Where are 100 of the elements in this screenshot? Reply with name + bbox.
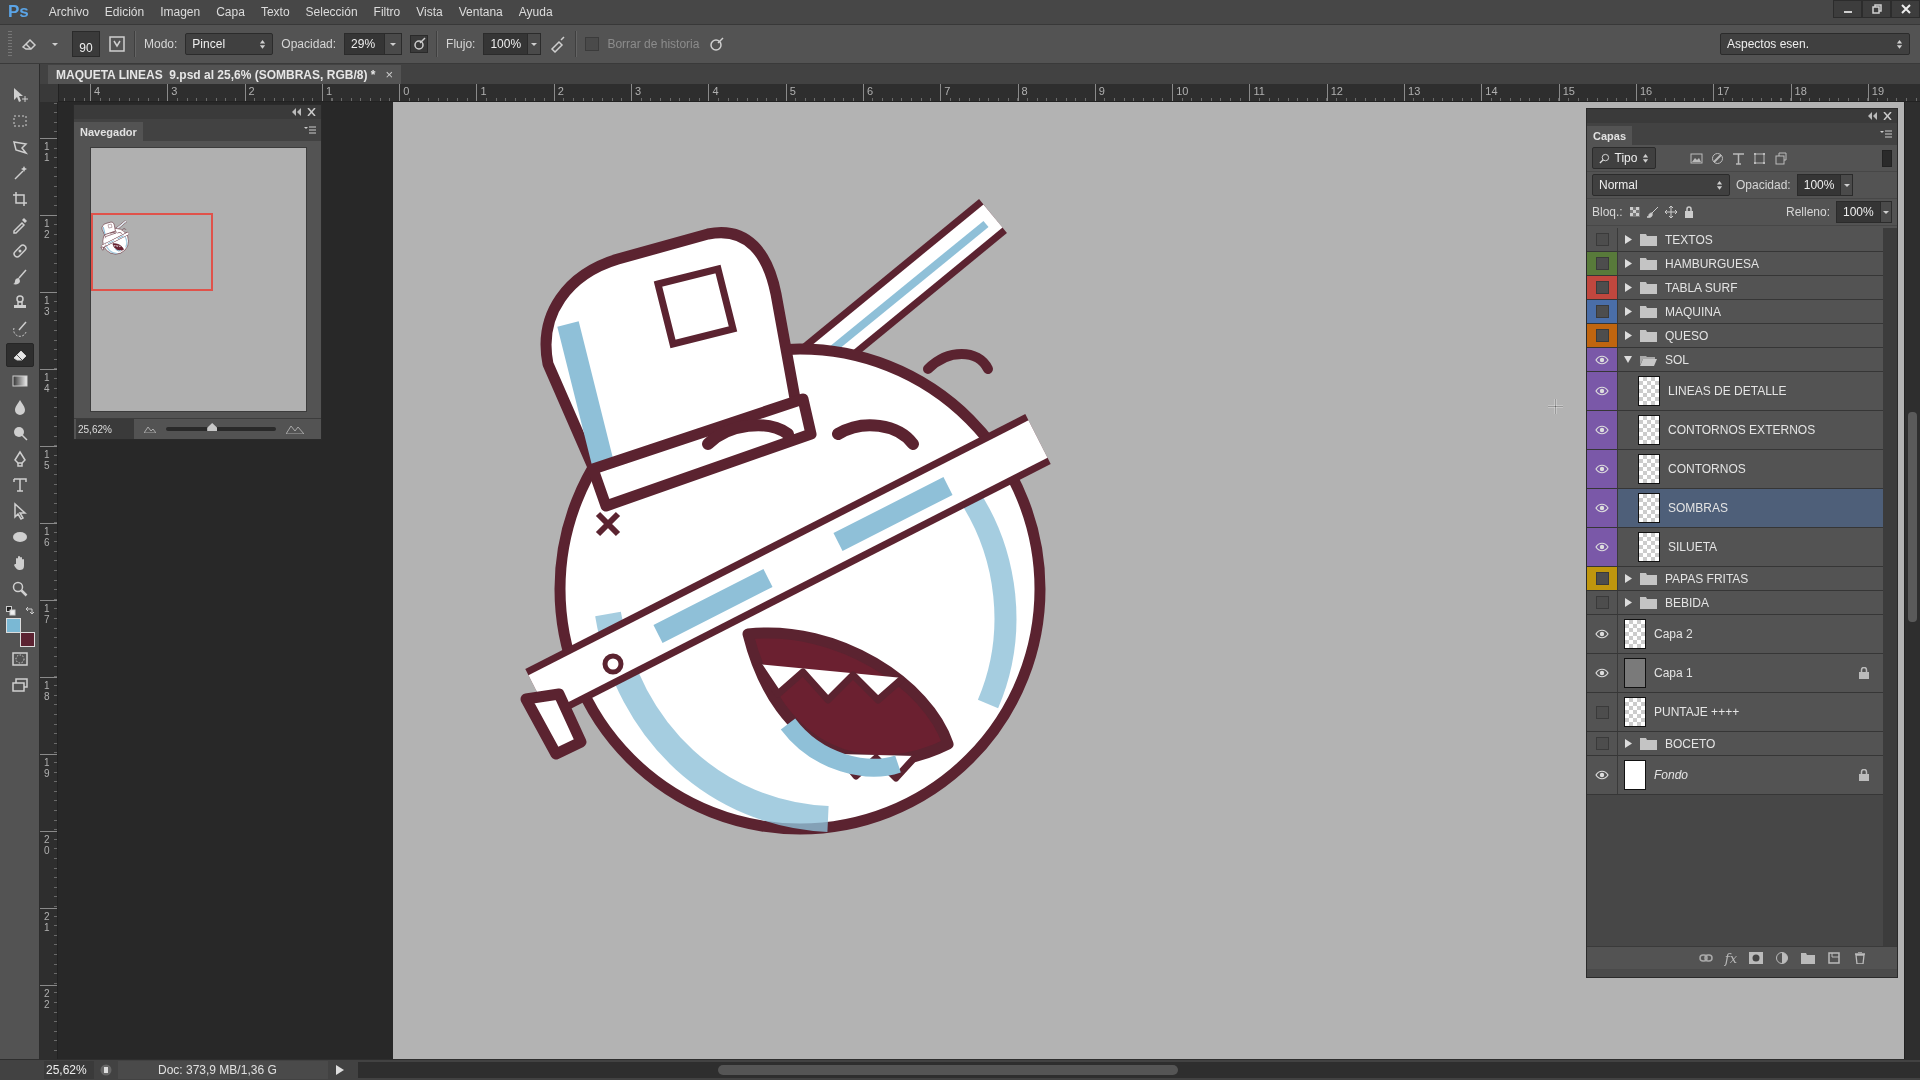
share-icon[interactable]	[100, 1064, 112, 1076]
visibility-cell[interactable]	[1587, 300, 1618, 323]
eye-icon[interactable]	[1595, 668, 1609, 678]
visibility-checkbox[interactable]	[1595, 596, 1609, 609]
layers-scrollbar[interactable]	[1883, 228, 1897, 946]
workspace-dropdown[interactable]: Aspectos esen.	[1720, 33, 1910, 55]
layer-row[interactable]: TEXTOS	[1587, 228, 1883, 252]
layer-row[interactable]: SOL	[1587, 348, 1883, 372]
blend-mode-dropdown[interactable]: Normal	[1592, 174, 1730, 196]
menu-item[interactable]: Ayuda	[510, 5, 561, 19]
close-icon[interactable]	[307, 108, 316, 116]
visibility-cell[interactable]	[1587, 348, 1618, 371]
layer-row[interactable]: SOMBRAS	[1587, 489, 1883, 528]
caret-icon[interactable]	[1842, 181, 1851, 189]
caret-icon[interactable]	[1624, 355, 1632, 364]
caret-icon[interactable]	[1624, 307, 1632, 316]
layer-style-button[interactable]: fx	[1724, 950, 1737, 966]
caret-icon[interactable]	[1624, 283, 1632, 292]
visibility-cell[interactable]	[1587, 324, 1618, 347]
menu-item[interactable]: Capa	[208, 5, 253, 19]
expand-arrow-icon[interactable]	[336, 1065, 344, 1075]
caret-icon[interactable]	[1624, 259, 1632, 268]
close-button[interactable]	[1891, 0, 1920, 18]
link-icon[interactable]	[1698, 952, 1713, 964]
padlock-icon[interactable]	[1682, 206, 1695, 218]
eraser-tool-button[interactable]	[5, 343, 34, 367]
visibility-checkbox[interactable]	[1595, 305, 1609, 318]
layer-row[interactable]: CONTORNOS	[1587, 450, 1883, 489]
adjustment-icon[interactable]	[1775, 952, 1789, 964]
caret-icon[interactable]	[1624, 331, 1632, 340]
zoom-field[interactable]: 25,62%	[76, 419, 134, 439]
lock-transparency-icon[interactable]	[1628, 206, 1641, 218]
caret-icon[interactable]	[1624, 598, 1632, 607]
layer-row[interactable]: LINEAS DE DETALLE	[1587, 372, 1883, 411]
menu-item[interactable]: Filtro	[365, 5, 409, 19]
default-colors-icon[interactable]	[5, 606, 16, 616]
layer-row[interactable]: QUESO	[1587, 324, 1883, 348]
caret-icon[interactable]	[389, 40, 398, 48]
layer-row[interactable]: TABLA SURF	[1587, 276, 1883, 300]
visibility-cell[interactable]	[1587, 450, 1618, 488]
panel-resize-grip[interactable]	[1587, 969, 1897, 977]
layer-row[interactable]: CONTORNOS EXTERNOS	[1587, 411, 1883, 450]
eye-icon[interactable]	[1595, 464, 1609, 474]
visibility-checkbox[interactable]	[1595, 737, 1609, 750]
close-icon[interactable]	[1883, 112, 1892, 120]
visibility-cell[interactable]	[1587, 372, 1618, 410]
menu-item[interactable]: Archivo	[40, 5, 97, 19]
layer-row[interactable]: Capa 2	[1587, 615, 1883, 654]
slider-thumb[interactable]	[207, 423, 218, 431]
move-lock-icon[interactable]	[1664, 206, 1677, 218]
menu-item[interactable]: Texto	[252, 5, 298, 19]
layer-row[interactable]: Fondo	[1587, 756, 1883, 795]
updown-arrows-icon[interactable]	[1642, 152, 1649, 164]
filter-toggle[interactable]	[1882, 149, 1892, 167]
close-tab-button[interactable]: ×	[385, 67, 393, 82]
eye-icon[interactable]	[1595, 425, 1609, 435]
eye-icon[interactable]	[1595, 770, 1609, 780]
caret-icon[interactable]	[1624, 235, 1632, 244]
visibility-cell[interactable]	[1587, 489, 1618, 527]
menu-item[interactable]: Selección	[297, 5, 366, 19]
checkbox[interactable]	[585, 37, 600, 51]
mode-dropdown[interactable]: Pincel	[185, 33, 274, 55]
collapse-icon[interactable]	[1868, 112, 1877, 120]
vertical-scrollbar[interactable]	[1904, 102, 1920, 1059]
visibility-checkbox[interactable]	[1595, 281, 1609, 294]
visibility-cell[interactable]	[1587, 528, 1618, 566]
eye-icon[interactable]	[1595, 542, 1609, 552]
menu-item[interactable]: Edición	[96, 5, 153, 19]
new-layer-icon[interactable]	[1827, 952, 1841, 964]
layer-row[interactable]: MAQUINA	[1587, 300, 1883, 324]
eye-icon[interactable]	[1595, 503, 1609, 513]
updown-arrows-icon[interactable]	[259, 38, 267, 50]
image-filter-icon[interactable]	[1690, 151, 1703, 165]
layers-tab[interactable]: Capas	[1587, 126, 1633, 145]
flow-field[interactable]: 100%	[483, 33, 542, 55]
mask-icon[interactable]	[1749, 952, 1763, 964]
collapse-icon[interactable]	[292, 108, 301, 116]
visibility-checkbox[interactable]	[1595, 257, 1609, 270]
navigator-tab[interactable]: Navegador	[74, 122, 143, 141]
visibility-checkbox[interactable]	[1595, 572, 1609, 585]
menu-item[interactable]: Vista	[408, 5, 451, 19]
layer-row[interactable]: PUNTAJE ++++	[1587, 693, 1883, 732]
airbrush-icon[interactable]	[549, 35, 568, 53]
adjustment-filter-icon[interactable]	[1711, 151, 1724, 165]
pressure-icon[interactable]	[707, 35, 726, 53]
panel-menu-icon[interactable]	[304, 125, 316, 135]
folder-icon[interactable]	[1801, 952, 1815, 964]
document-tab[interactable]: MAQUETA LINEAS 9.psd al 25,6% (SOMBRAS, RGB/8) * ×	[48, 65, 401, 84]
airbrush-pressure-icon[interactable]	[410, 35, 429, 53]
eye-icon[interactable]	[1595, 354, 1609, 365]
zoom-in-icon[interactable]	[286, 424, 304, 434]
visibility-checkbox[interactable]	[1595, 705, 1609, 719]
type-filter-icon[interactable]	[1732, 151, 1745, 165]
eye-icon[interactable]	[1595, 386, 1609, 396]
caret-icon[interactable]	[1881, 208, 1890, 216]
visibility-cell[interactable]	[1587, 567, 1618, 590]
filter-dropdown[interactable]: Tipo	[1592, 147, 1656, 169]
opacity-field[interactable]: 29%	[344, 33, 403, 55]
eye-icon[interactable]	[1595, 629, 1609, 639]
zoom-field[interactable]: 25,62%	[44, 1061, 94, 1079]
